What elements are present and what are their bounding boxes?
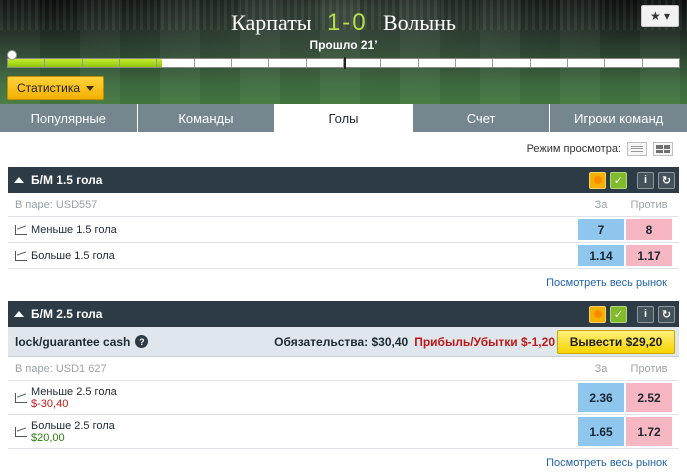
profit-loss: Прибыль/Убытки $-1,20 — [414, 334, 555, 349]
live-icon[interactable] — [589, 305, 606, 323]
collapse-icon[interactable] — [14, 177, 24, 183]
cashout-label: lock/guarantee cash — [15, 334, 131, 349]
list-view-icon[interactable] — [627, 142, 647, 156]
selection-name: Меньше 2.5 гола — [31, 385, 117, 398]
liability: Обязательства: $30,40 — [274, 334, 409, 349]
lay-header: Против — [630, 362, 668, 375]
market-over-under-2-5: Б/М 2.5 гола ✓ i ↻ lock/guarantee cash ?… — [8, 301, 679, 472]
tab-team-players[interactable]: Игроки команд — [550, 104, 687, 132]
matched-amount: В паре: USD1 627 — [15, 362, 107, 375]
checkmark-icon[interactable]: ✓ — [610, 305, 627, 323]
chart-icon[interactable] — [15, 392, 27, 403]
lay-odds-button[interactable]: 1.72 — [625, 416, 673, 447]
elapsed-time: Прошло 21’ — [309, 38, 378, 52]
view-full-market-link[interactable]: Посмотреть весь рынок — [8, 269, 679, 297]
selection-row: Меньше 2.5 гола $-30,40 2.36 2.52 — [8, 381, 679, 415]
market-header: Б/М 2.5 гола ✓ i ↻ — [8, 301, 679, 327]
market-over-under-1-5: Б/М 1.5 гола ✓ i ↻ В паре: USD557 За Про… — [8, 167, 679, 297]
match-header: Карпаты 1-0 Волынь Прошло 21’ ★ ▾ Статис… — [0, 0, 687, 104]
refresh-icon[interactable]: ↻ — [658, 171, 675, 189]
matched-amount: В паре: USD557 — [15, 198, 98, 211]
market-columns: В паре: USD557 За Против — [8, 193, 679, 217]
market-title: Б/М 1.5 гола — [31, 173, 103, 187]
info-icon[interactable]: i — [637, 305, 654, 323]
away-team: Волынь — [382, 10, 456, 35]
back-odds-button[interactable]: 2.36 — [577, 382, 625, 413]
selection-row: Больше 2.5 гола $20,00 1.65 1.72 — [8, 415, 679, 449]
view-mode-label: Режим просмотра: — [526, 143, 621, 155]
live-icon[interactable] — [589, 171, 606, 189]
home-team: Карпаты — [231, 10, 312, 35]
tab-teams[interactable]: Команды — [137, 104, 276, 132]
back-header: За — [594, 362, 608, 375]
tab-goals[interactable]: Голы — [275, 104, 413, 132]
checkmark-icon[interactable]: ✓ — [610, 171, 627, 189]
scoreboard: Карпаты 1-0 Волынь — [0, 9, 687, 37]
selection-profit-loss: $20,00 — [31, 431, 65, 444]
lay-odds-button[interactable]: 8 — [625, 218, 673, 241]
cashout-bar: lock/guarantee cash ? Обязательства: $30… — [8, 327, 679, 357]
statistics-label: Статистика — [16, 81, 81, 95]
lay-header: Против — [630, 198, 668, 211]
grid-view-icon[interactable] — [653, 142, 673, 156]
market-tabs: Популярные Команды Голы Счет Игроки кома… — [0, 104, 687, 132]
selection-name: Больше 1.5 гола — [31, 249, 115, 262]
chart-icon[interactable] — [15, 224, 27, 235]
tab-popular[interactable]: Популярные — [0, 104, 138, 132]
cashout-button[interactable]: Вывести $29,20 — [557, 329, 675, 354]
tab-score[interactable]: Счет — [412, 104, 551, 132]
selection-profit-loss: $-30,40 — [31, 397, 69, 410]
refresh-icon[interactable]: ↻ — [658, 305, 675, 323]
back-odds-button[interactable]: 7 — [577, 218, 625, 241]
lay-odds-button[interactable]: 2.52 — [625, 382, 673, 413]
market-columns: В паре: USD1 627 За Против — [8, 357, 679, 381]
chart-icon[interactable] — [15, 250, 27, 261]
selection-name: Меньше 1.5 гола — [31, 223, 117, 236]
chart-icon[interactable] — [15, 426, 27, 437]
info-icon[interactable]: i — [637, 171, 654, 189]
market-header: Б/М 1.5 гола ✓ i ↻ — [8, 167, 679, 193]
help-icon[interactable]: ? — [135, 335, 149, 348]
chevron-down-icon — [86, 85, 95, 91]
selection-row: Меньше 1.5 гола 7 8 — [8, 217, 679, 243]
match-score: 1-0 — [326, 9, 368, 36]
match-timeline — [7, 57, 680, 69]
market-title: Б/М 2.5 гола — [31, 307, 103, 321]
view-full-market-link[interactable]: Посмотреть весь рынок — [8, 449, 679, 472]
statistics-button[interactable]: Статистика — [7, 76, 104, 100]
favourite-dropdown[interactable]: ★ ▾ — [641, 5, 679, 27]
back-header: За — [594, 198, 608, 211]
collapse-icon[interactable] — [14, 311, 24, 317]
selection-row: Больше 1.5 гола 1.14 1.17 — [8, 243, 679, 269]
lay-odds-button[interactable]: 1.17 — [625, 244, 673, 267]
half-time-marker — [344, 57, 346, 69]
view-mode: Режим просмотра: — [527, 142, 673, 156]
back-odds-button[interactable]: 1.65 — [577, 416, 625, 447]
selection-name: Больше 2.5 гола — [31, 419, 115, 432]
back-odds-button[interactable]: 1.14 — [577, 244, 625, 267]
